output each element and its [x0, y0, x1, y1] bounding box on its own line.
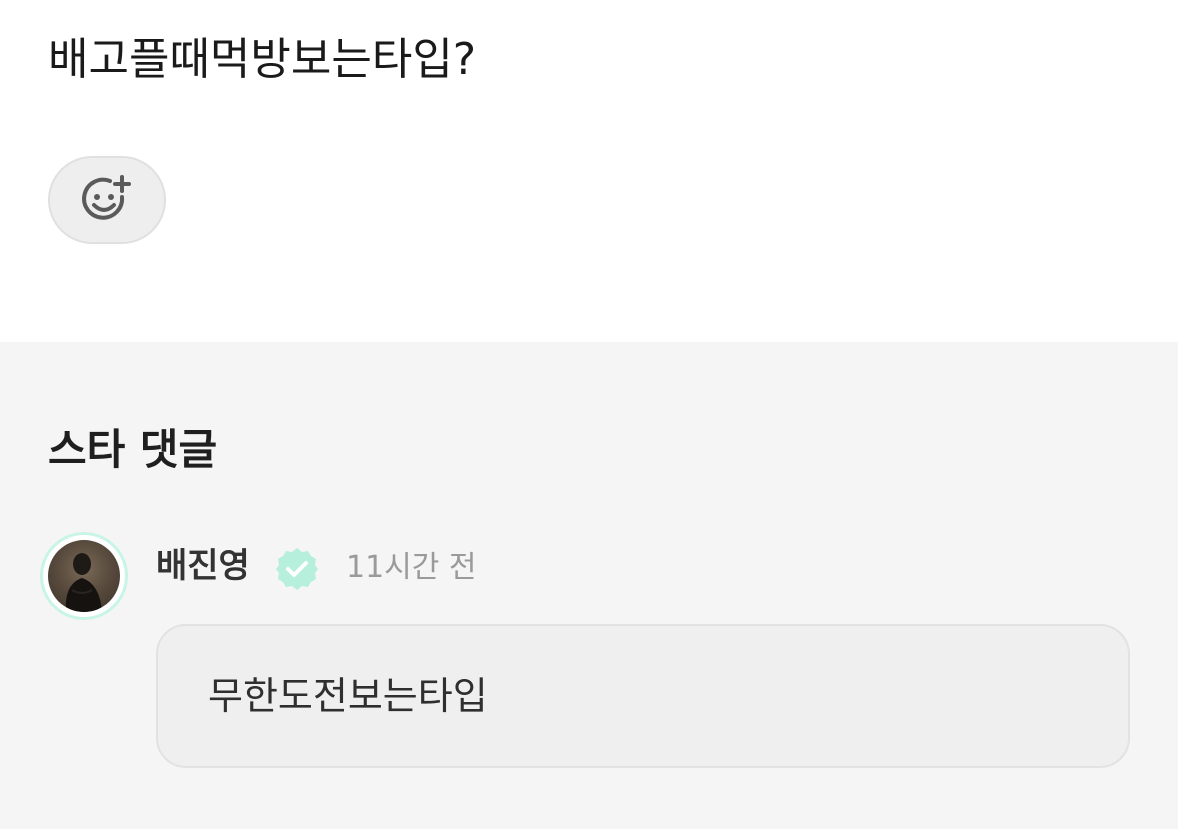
comment-author[interactable]: 배진영: [156, 542, 250, 590]
comment-text: 무한도전보는타입: [208, 674, 488, 718]
section-title: 스타 댓글: [48, 425, 218, 474]
star-comments-section: 스타 댓글 배진영 11시간 전 무한도전보는타입: [0, 342, 1178, 829]
avatar[interactable]: [40, 532, 128, 620]
post: 배고플때먹방보는타입?: [0, 0, 1178, 342]
post-title: 배고플때먹방보는타입?: [48, 34, 477, 85]
comment-time: 11시간 전: [346, 550, 477, 585]
avatar-image: [48, 540, 120, 612]
add-reaction-button[interactable]: [48, 156, 166, 244]
comment-bubble[interactable]: 무한도전보는타입: [156, 624, 1130, 768]
smiley-plus-icon: [82, 175, 131, 220]
verified-badge-icon: [276, 548, 318, 590]
